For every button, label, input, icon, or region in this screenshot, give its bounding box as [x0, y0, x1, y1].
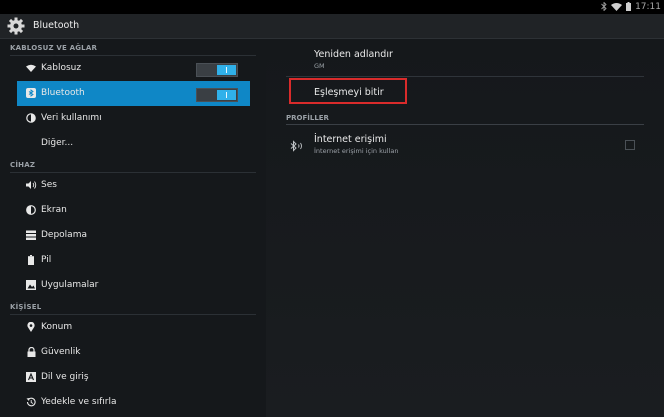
sidebar-item-label: Kablosuz [41, 63, 82, 73]
keyboard-icon [25, 371, 37, 383]
wifi-icon [25, 62, 37, 74]
sidebar-item-kablosuz[interactable]: Kablosuz [0, 56, 266, 81]
sidebar-item-yedekle[interactable]: Yedekle ve sıfırla [0, 390, 266, 415]
backup-icon [25, 396, 37, 408]
sidebar-item-ses[interactable]: Ses [0, 173, 266, 198]
rename-title: Yeniden adlandır [314, 49, 393, 60]
location-icon [25, 321, 37, 333]
bluetooth-icon [25, 87, 37, 99]
section-header-device: CİHAZ [0, 156, 266, 173]
section-header-personal: KİŞİSEL [0, 298, 266, 315]
internet-access-subtitle: İnternet erişimi için kullan [314, 147, 399, 155]
internet-access-checkbox[interactable] [625, 140, 635, 150]
sidebar-item-diger[interactable]: Diğer... [0, 131, 266, 156]
sidebar-item-label: Bluetooth [41, 88, 85, 98]
sidebar-item-dil-ve-giris[interactable]: Dil ve giriş [0, 365, 266, 390]
sidebar-item-label: Ses [41, 180, 57, 190]
settings-gear-icon[interactable] [7, 17, 25, 35]
sidebar-item-konum[interactable]: Konum [0, 315, 266, 340]
bluetooth-toggle[interactable] [196, 88, 238, 102]
sidebar-item-pil[interactable]: Pil [0, 248, 266, 273]
sidebar-item-label: Ekran [41, 205, 67, 215]
sidebar-item-ekran[interactable]: Ekran [0, 198, 266, 223]
sidebar-item-veri-kullanimi[interactable]: Veri kullanımı [0, 106, 266, 131]
internet-access-title: İnternet erişimi [314, 134, 387, 145]
sidebar-item-label: Diğer... [41, 138, 74, 148]
rename-option[interactable]: Yeniden adlandır GM [286, 49, 644, 70]
bluetooth-icon [601, 0, 607, 13]
sidebar-item-label: Uygulamalar [41, 280, 99, 290]
sidebar-item-uygulamalar[interactable]: Uygulamalar [0, 273, 266, 298]
lock-icon [25, 346, 37, 358]
internet-access-option[interactable]: İnternet erişimi İnternet erişimi için k… [286, 134, 644, 155]
sidebar-item-label: Depolama [41, 230, 87, 240]
page-title: Bluetooth [33, 20, 80, 31]
sidebar-item-label: Güvenlik [41, 347, 81, 357]
sidebar-item-label: Yedekle ve sıfırla [41, 397, 117, 407]
action-bar: Bluetooth [0, 14, 664, 39]
sidebar-item-label: Pil [41, 255, 52, 265]
divider [286, 76, 644, 77]
status-icons: 17:11 [601, 0, 661, 14]
sidebar-item-guvenlik[interactable]: Güvenlik [0, 340, 266, 365]
wifi-toggle[interactable] [196, 63, 238, 77]
settings-sidebar: KABLOSUZ VE AĞLAR Kablosuz Bluetooth Ver… [0, 39, 266, 417]
apps-icon [25, 279, 37, 291]
profiles-header: PROFİLLER [286, 114, 329, 122]
sidebar-item-label: Dil ve giriş [41, 372, 89, 382]
wifi-icon [611, 2, 623, 13]
profiles-divider [286, 124, 644, 125]
sidebar-item-depolama[interactable]: Depolama [0, 223, 266, 248]
device-name: GM [314, 62, 325, 70]
data-usage-icon [25, 112, 37, 124]
battery-icon [626, 1, 632, 13]
status-time: 17:11 [635, 2, 661, 12]
section-header-wireless: KABLOSUZ VE AĞLAR [0, 39, 266, 56]
sidebar-item-label: Konum [41, 322, 73, 332]
bluetooth-device-panel: Yeniden adlandır GM Eşleşmeyi bitir PROF… [266, 39, 664, 417]
status-bar: 17:11 [0, 0, 664, 14]
display-icon [25, 204, 37, 216]
battery-icon [25, 254, 37, 266]
storage-icon [25, 229, 37, 241]
sidebar-item-label: Veri kullanımı [41, 113, 102, 123]
sound-icon [25, 179, 37, 191]
unpair-highlight-box [289, 78, 407, 104]
sidebar-item-bluetooth[interactable]: Bluetooth [17, 81, 250, 106]
